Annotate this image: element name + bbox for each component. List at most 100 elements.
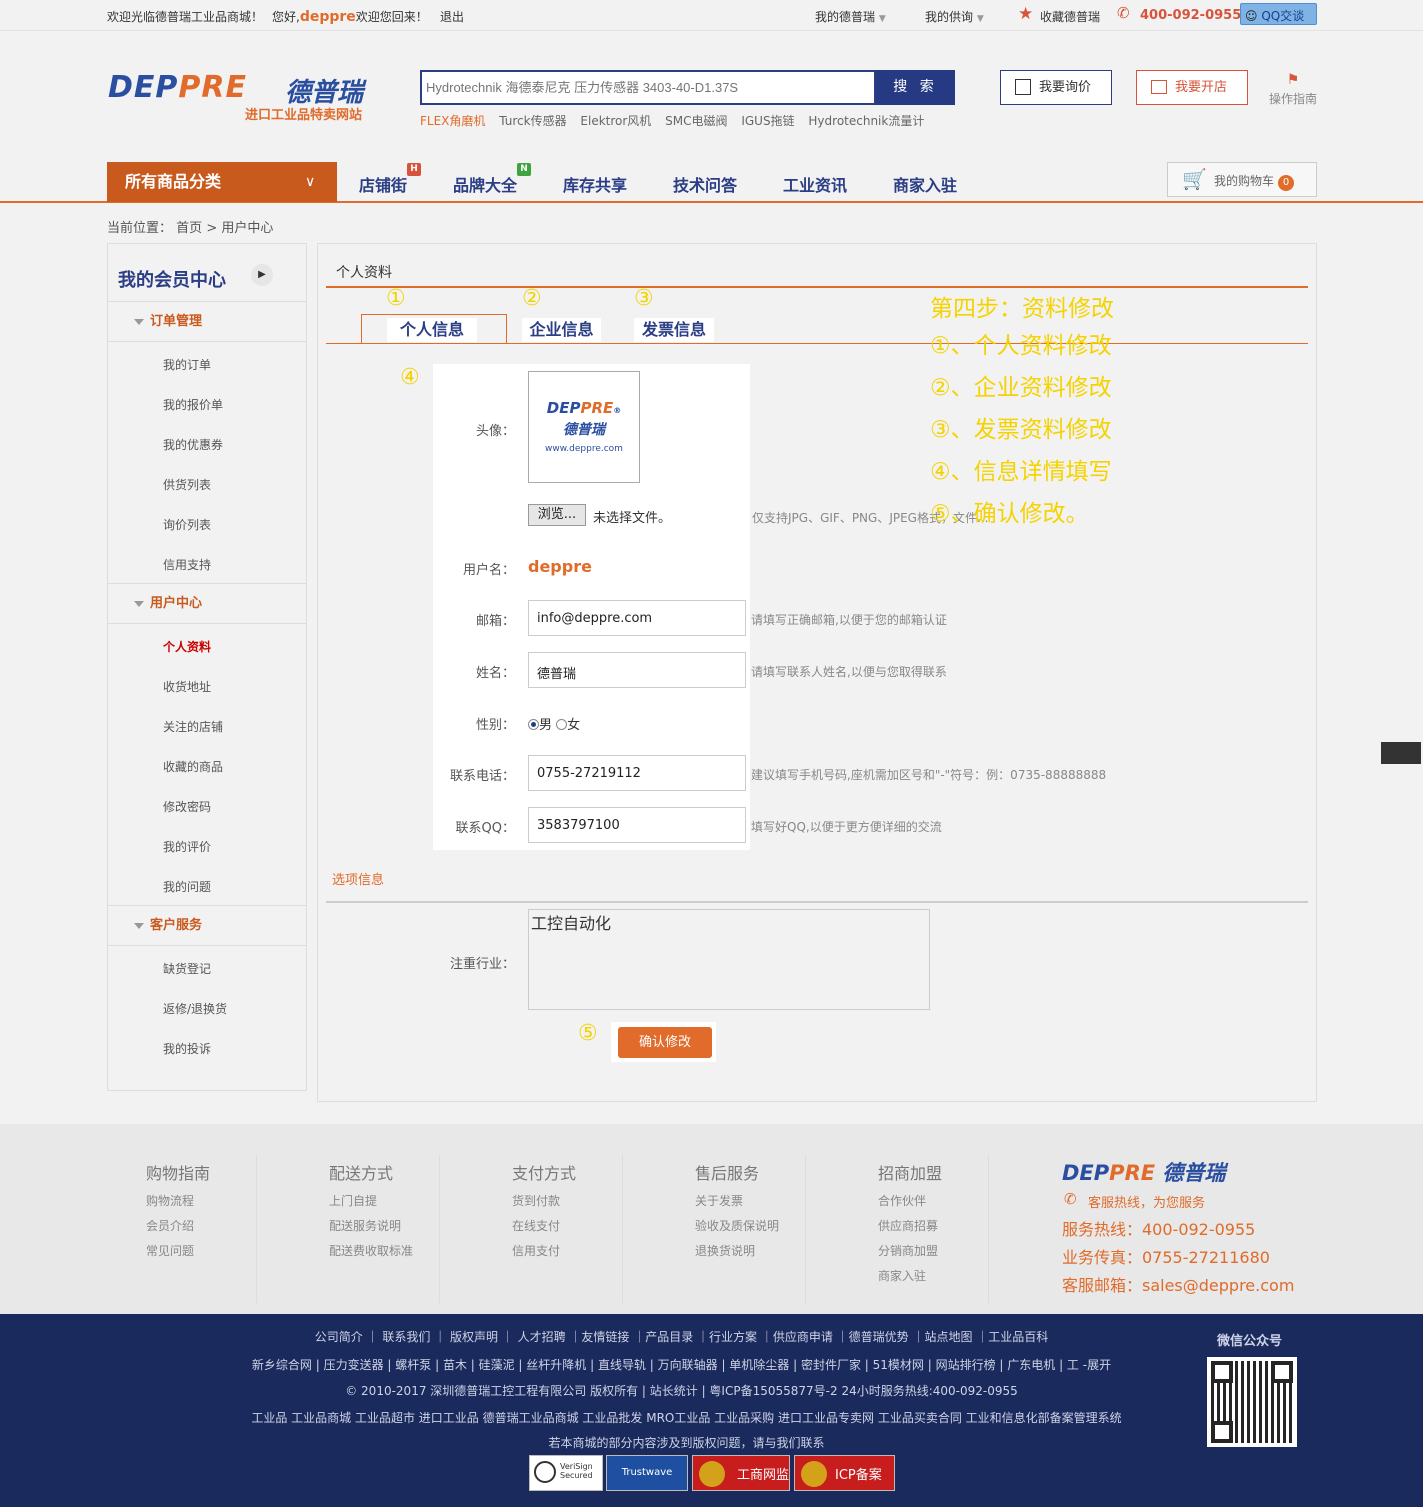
all-categories-menu[interactable]: 所有商品分类 ∨ (107, 162, 337, 202)
verisign-badge[interactable]: VeriSign Secured (529, 1455, 603, 1491)
cart-icon: 🛒 (1182, 167, 1207, 191)
sidebar-item[interactable]: 询价列表 (163, 516, 211, 533)
footer-link[interactable]: 购物流程 (146, 1192, 210, 1217)
search-button[interactable]: 搜 索 (876, 70, 955, 105)
hot-word[interactable]: IGUS拖链 (741, 114, 794, 128)
sidebar-group-user-center[interactable]: 用户中心 (108, 583, 306, 624)
sidebar-item[interactable]: 我的报价单 (163, 396, 223, 413)
hot-word[interactable]: FLEX角磨机 (420, 114, 485, 128)
avatar-logo: DEPPRE® (529, 399, 639, 417)
footer-link[interactable]: 验收及质保说明 (695, 1217, 779, 1242)
favorite-link[interactable]: 收藏德普瑞 (1040, 8, 1100, 25)
footer-link[interactable]: 供应商招募 (878, 1217, 942, 1242)
sidebar-item[interactable]: 关注的店铺 (163, 718, 223, 735)
footer-link[interactable]: 上门自提 (329, 1192, 413, 1217)
cart-button[interactable]: 🛒 我的购物车 0 (1167, 162, 1317, 197)
gongshang-badge[interactable]: 工商网监 (692, 1455, 790, 1491)
options-divider (326, 901, 1308, 903)
tab-company-info[interactable]: 企业信息 (522, 318, 601, 342)
logout-link[interactable]: 退出 (440, 8, 464, 25)
my-deppre-menu[interactable]: 我的德普瑞 ▼ (815, 8, 886, 25)
footer-link[interactable]: 退换货说明 (695, 1242, 779, 1267)
all-categories-label: 所有商品分类 (125, 172, 222, 191)
confirm-button[interactable]: 确认修改 (618, 1027, 712, 1058)
footer-link[interactable]: 信用支付 (512, 1242, 576, 1267)
industry-textarea[interactable]: 工控自动化 (528, 909, 930, 1010)
breadcrumb-home[interactable]: 首页 (176, 221, 202, 236)
nav-item-merchant-join[interactable]: 商家入驻 (893, 172, 957, 196)
sidebar-group-orders[interactable]: 订单管理 (108, 301, 306, 342)
nav-item-tech-qa[interactable]: 技术问答 (673, 172, 737, 196)
hot-word[interactable]: SMC电磁阀 (665, 114, 727, 128)
footer-col-title: 购物指南 (146, 1164, 211, 1183)
my-supply-menu[interactable]: 我的供询 ▼ (925, 8, 984, 25)
footer-link[interactable]: 合作伙伴 (878, 1192, 942, 1217)
open-shop-button[interactable]: 我要开店 (1136, 70, 1248, 105)
name-field[interactable]: 德普瑞 (528, 652, 746, 688)
footer-link[interactable]: 常见问题 (146, 1242, 210, 1267)
sidebar-item[interactable]: 收货地址 (163, 678, 211, 695)
footer-link[interactable]: 配送服务说明 (329, 1217, 413, 1242)
trustwave-badge[interactable]: Trustwave (606, 1455, 688, 1491)
phone-field[interactable]: 0755-27219112 (528, 755, 746, 791)
nav-item-brands[interactable]: 品牌大全 N (453, 163, 532, 196)
footer-email: 客服邮箱：sales@deppre.com (1062, 1276, 1295, 1295)
footer-link[interactable]: 货到付款 (512, 1192, 576, 1217)
footer-link[interactable]: 在线支付 (512, 1217, 576, 1242)
sidebar-item[interactable]: 缺货登记 (163, 960, 211, 977)
chevron-down-icon: ∨ (305, 174, 316, 190)
top-bar: 欢迎光临德普瑞工业品商城！ 您好,deppre欢迎您回来！ 退出 我的德普瑞 ▼… (0, 0, 1423, 31)
logo[interactable]: DEPPRE (108, 70, 247, 105)
sidebar-item[interactable]: 信用支持 (163, 556, 211, 573)
footer-link[interactable]: 关于发票 (695, 1192, 779, 1217)
sidebar-item[interactable]: 收藏的商品 (163, 758, 223, 775)
side-float-tab[interactable] (1381, 742, 1421, 764)
hot-word[interactable]: Elektror风机 (580, 114, 651, 128)
sidebar-item[interactable]: 修改密码 (163, 798, 211, 815)
sidebar-item[interactable]: 返修/退换货 (163, 1000, 227, 1017)
chevron-down-icon: ▼ (976, 14, 984, 24)
footer-link[interactable]: 配送费收取标准 (329, 1242, 413, 1267)
hot-word[interactable]: Turck传感器 (499, 114, 566, 128)
inquiry-button[interactable]: 我要询价 (1000, 70, 1112, 105)
icp-badge[interactable]: ICP备案 (794, 1455, 895, 1491)
sidebar-item[interactable]: 我的评价 (163, 838, 211, 855)
marker-3: ③ (634, 286, 654, 311)
footer-col-title: 招商加盟 (878, 1164, 943, 1183)
search-input[interactable] (420, 70, 876, 105)
sidebar-item[interactable]: 我的优惠券 (163, 436, 223, 453)
footer-link[interactable]: 分销商加盟 (878, 1242, 942, 1267)
gender-male-radio[interactable] (528, 719, 539, 730)
footer-link[interactable]: 商家入驻 (878, 1267, 942, 1292)
email-field[interactable]: info@deppre.com (528, 600, 746, 636)
qq-label: 联系QQ： (455, 821, 515, 836)
email-hint: 请填写正确邮箱,以便于您的邮箱认证 (751, 613, 947, 627)
sidebar-group-customer-service[interactable]: 客户服务 (108, 905, 306, 946)
qq-field[interactable]: 3583797100 (528, 807, 746, 843)
wechat-label: 微信公众号 (1217, 1334, 1283, 1349)
sidebar-item[interactable]: 我的订单 (163, 356, 211, 373)
sidebar-item-active[interactable]: 个人资料 (163, 638, 211, 655)
gender-female-radio[interactable] (556, 719, 568, 730)
avatar-logo-b: PRE (580, 399, 614, 417)
footer-links-row1[interactable]: 公司简介 ｜ 联系我们 ｜ 版权声明 ｜ 人才招聘 ｜友情链接 ｜产品目录 ｜行… (0, 1328, 1423, 1345)
tab-invoice-info[interactable]: 发票信息 (634, 318, 714, 342)
footer-link[interactable]: 会员介绍 (146, 1217, 210, 1242)
email-label: 邮箱： (475, 614, 515, 629)
edit-icon (1015, 79, 1031, 95)
browse-button[interactable]: 浏览... (528, 504, 586, 526)
hot-word[interactable]: Hydrotechnik流量计 (808, 114, 924, 128)
qq-chat-button[interactable]: ☺ QQ交谈 (1240, 3, 1317, 25)
sidebar-item[interactable]: 我的投诉 (163, 1040, 211, 1057)
industry-label: 注重行业： (449, 957, 515, 972)
nav-item-shop-street[interactable]: 店铺街 H (359, 163, 422, 196)
tab-personal-info[interactable]: 个人信息 (387, 318, 477, 342)
annotation-step: ④、信息详情填写 (930, 459, 1112, 485)
play-icon[interactable]: ▶ (251, 264, 273, 286)
nav-item-industry-news[interactable]: 工业资讯 (783, 172, 847, 196)
sidebar-item[interactable]: 我的问题 (163, 878, 211, 895)
operation-guide[interactable]: ⚑ 操作指南 (1265, 72, 1321, 107)
nav-item-stock-share[interactable]: 库存共享 (563, 172, 627, 196)
top-username[interactable]: deppre (300, 9, 356, 25)
sidebar-item[interactable]: 供货列表 (163, 476, 211, 493)
